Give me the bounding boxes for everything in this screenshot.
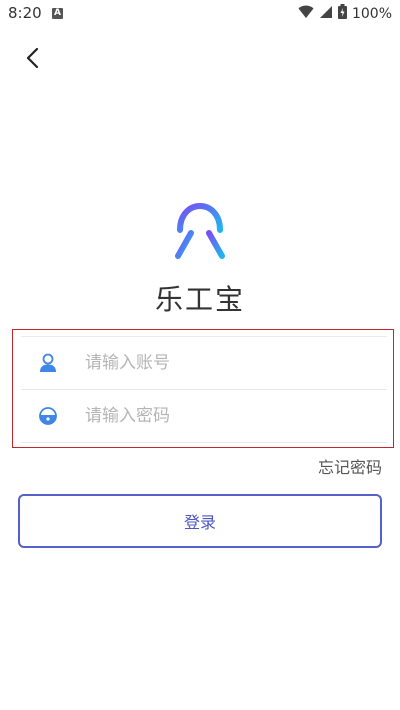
status-bar: 8:20 A 100% — [0, 0, 400, 28]
password-field — [21, 390, 387, 443]
user-icon — [35, 350, 61, 376]
notification-icon: A — [52, 8, 63, 19]
battery-icon — [337, 4, 347, 23]
account-input[interactable] — [83, 352, 367, 374]
status-indicators: 100% — [298, 4, 392, 23]
login-form — [12, 329, 394, 448]
password-input[interactable] — [83, 405, 367, 427]
back-button[interactable] — [16, 44, 48, 76]
account-field — [21, 336, 387, 390]
signal-icon — [319, 5, 333, 23]
lock-icon — [35, 403, 61, 429]
app-logo — [166, 200, 234, 260]
status-time: 8:20 — [8, 4, 42, 22]
forgot-password-link[interactable]: 忘记密码 — [318, 454, 382, 478]
app-title: 乐工宝 — [154, 283, 245, 316]
wifi-icon — [298, 5, 314, 23]
back-arrow-icon — [25, 47, 39, 73]
battery-percent: 100% — [351, 5, 392, 22]
login-button[interactable]: 登录 — [18, 494, 382, 548]
